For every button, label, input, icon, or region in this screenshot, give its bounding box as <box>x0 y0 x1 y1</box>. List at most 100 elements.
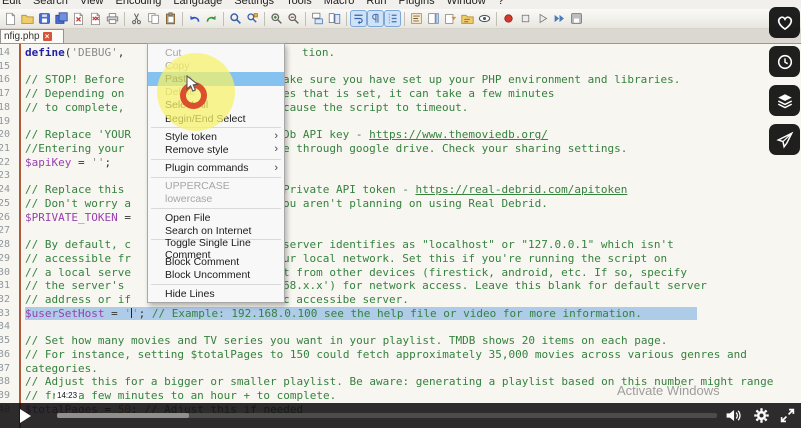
zoom-in-button[interactable] <box>269 11 284 26</box>
indent-guide-button[interactable] <box>385 11 400 26</box>
code-line-19 <box>25 115 801 129</box>
menu-item-macro[interactable]: Macro <box>324 0 355 8</box>
like-button[interactable] <box>769 7 800 38</box>
menu-item-label: Remove style <box>165 144 229 156</box>
macro-save-button[interactable] <box>569 11 584 26</box>
context-menu-item-cut[interactable]: Cut <box>148 46 284 59</box>
clock-icon <box>776 53 794 71</box>
context-menu-item-remove-style[interactable]: Remove style› <box>148 143 284 156</box>
toolbar-separator <box>182 12 183 26</box>
sync-h-button[interactable] <box>327 11 342 26</box>
toolbar-separator <box>264 12 265 26</box>
menu-separator <box>151 177 281 178</box>
paste-button[interactable] <box>163 11 178 26</box>
tab-config-php[interactable]: nfig.php × <box>0 29 64 43</box>
code-fragment-right: es that is set, it can take a few minute… <box>283 87 555 101</box>
close-all-button[interactable] <box>88 11 103 26</box>
monitor-button[interactable] <box>477 11 492 26</box>
code-line-22: $apiKey = ''; <box>25 156 801 170</box>
print-button[interactable] <box>105 11 120 26</box>
replace-button[interactable] <box>245 11 260 26</box>
code-token: // to complete, <box>25 101 131 114</box>
context-menu-item-search-on-internet[interactable]: Search on Internet <box>148 224 284 237</box>
context-menu-item-style-token[interactable]: Style token› <box>148 130 284 143</box>
find-button[interactable] <box>228 11 243 26</box>
menu-item-settings[interactable]: Settings <box>234 0 274 8</box>
menu-item-search[interactable]: Search <box>33 0 68 8</box>
watch-later-button[interactable] <box>769 46 800 77</box>
toolbar <box>0 9 801 29</box>
line-number: 34 <box>0 320 10 334</box>
progress-bar[interactable] <box>57 413 717 418</box>
word-wrap-button[interactable] <box>351 11 366 26</box>
code-token: es that is set, it can take a few minute… <box>283 87 555 100</box>
redo-button[interactable] <box>204 11 219 26</box>
new-file-button[interactable] <box>3 11 18 26</box>
menu-item-window[interactable]: Window <box>447 0 486 8</box>
code-token: 'DEBUG' <box>71 46 117 59</box>
context-menu-item-open-file[interactable]: Open File <box>148 211 284 224</box>
context-menu-item-block-uncomment[interactable]: Block Uncomment <box>148 269 284 282</box>
code-editor[interactable]: 1415161718192021222324252627282930313233… <box>0 43 801 428</box>
code-line-35: // Set how many movies and TV series you… <box>25 334 801 348</box>
context-menu-item-uppercase[interactable]: UPPERCASE <box>148 180 284 193</box>
add-to-stack-button[interactable] <box>769 85 800 116</box>
context-menu-item-block-comment[interactable]: Block Comment <box>148 256 284 269</box>
zoom-out-button[interactable] <box>286 11 301 26</box>
macro-run-button[interactable] <box>552 11 567 26</box>
volume-button[interactable] <box>724 407 742 427</box>
code-fragment-right: server identifies as "localhost" or "127… <box>283 238 674 252</box>
document-map-button[interactable] <box>426 11 441 26</box>
copy-button[interactable] <box>146 11 161 26</box>
open-button[interactable] <box>20 11 35 26</box>
layers-icon <box>776 92 794 110</box>
code-token: ou aren't planning on using Real Debrid. <box>283 197 548 210</box>
folder-as-workspace-button[interactable] <box>460 11 475 26</box>
submenu-arrow-icon: › <box>274 162 278 175</box>
fullscreen-button[interactable] <box>779 407 796 427</box>
video-player-bar: 14:23 <box>0 403 801 428</box>
volume-icon <box>724 407 742 424</box>
menu-item-view[interactable]: View <box>80 0 104 8</box>
app-window: Edit Search View Encoding Language Settings To… <box>0 0 801 428</box>
undo-button[interactable] <box>187 11 202 26</box>
code-token: ake sure you have set up your PHP enviro… <box>283 73 680 86</box>
macro-stop-button[interactable] <box>518 11 533 26</box>
function-list-button[interactable] <box>409 11 424 26</box>
code-token: // Depending on <box>25 87 131 100</box>
code-token: // For instance, setting $totalPages to … <box>25 348 747 361</box>
context-menu-item-toggle-single-line-comment[interactable]: Toggle Single Line Comment <box>148 242 284 255</box>
menu-item-plugins[interactable]: Plugins <box>399 0 435 8</box>
line-number: 29 <box>0 252 10 266</box>
tab-bar: nfig.php × <box>0 29 801 43</box>
show-all-chars-button[interactable] <box>368 11 383 26</box>
context-menu-item-hide-lines[interactable]: Hide Lines <box>148 287 284 300</box>
menu-item-language[interactable]: Language <box>173 0 222 8</box>
menu-item-[interactable]: ? <box>498 0 504 8</box>
tab-close-icon[interactable]: × <box>43 32 52 41</box>
context-menu-item-plugin-commands[interactable]: Plugin commands› <box>148 162 284 175</box>
context-menu-item-lowercase[interactable]: lowercase <box>148 193 284 206</box>
cut-button[interactable] <box>129 11 144 26</box>
code-token: // Don't worry a <box>25 197 131 210</box>
document-switcher-button[interactable] <box>443 11 458 26</box>
macro-play-button[interactable] <box>535 11 550 26</box>
save-all-button[interactable] <box>54 11 69 26</box>
close-button[interactable] <box>71 11 86 26</box>
line-number: 35 <box>0 334 10 348</box>
play-button[interactable] <box>6 404 45 427</box>
code-line-30: // a local servet from other devices (fi… <box>25 266 801 280</box>
sync-v-button[interactable] <box>310 11 325 26</box>
menu-item-label: Block Comment <box>165 256 239 268</box>
code-token: // accessible fr <box>25 252 131 265</box>
menu-item-edit[interactable]: Edit <box>2 0 21 8</box>
macro-record-button[interactable] <box>501 11 516 26</box>
menu-item-run[interactable]: Run <box>366 0 386 8</box>
settings-button[interactable] <box>753 407 770 427</box>
menu-item-encoding[interactable]: Encoding <box>115 0 161 8</box>
share-button[interactable] <box>769 124 800 155</box>
code-fragment-right: Private API token - https://real-debrid.… <box>283 183 627 197</box>
menu-item-tools[interactable]: Tools <box>286 0 312 8</box>
save-button[interactable] <box>37 11 52 26</box>
menu-item-label: Block Uncomment <box>165 269 250 281</box>
